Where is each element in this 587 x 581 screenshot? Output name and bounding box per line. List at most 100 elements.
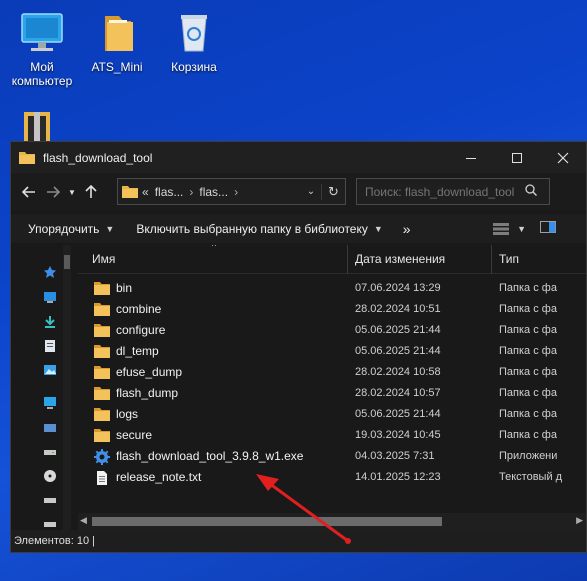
file-date: 28.02.2024 10:58 [355,365,441,378]
nav-pane-scrollbar[interactable] [63,245,71,530]
horizontal-scrollbar[interactable]: ◀ ▶ [78,513,586,530]
file-type: Папка с фа [499,386,557,399]
arrow-left-icon [22,186,35,198]
chevron-down-icon: ▼ [517,223,526,234]
file-row-dl-temp[interactable]: dl_temp 05.06.2025 21:44 Папка с фа [78,340,586,361]
arrow-right-icon [47,186,60,198]
file-date: 04.03.2025 7:31 [355,449,435,462]
minimize-button[interactable] [448,142,494,173]
arrow-up-icon [85,185,97,198]
breadcrumb-overflow[interactable]: « [142,185,149,199]
file-type: Папка с фа [499,407,557,420]
file-date: 14.01.2025 12:23 [355,470,441,483]
monitor-icon [18,10,66,56]
desktop-icon-partial[interactable] [22,110,52,142]
file-row-logs[interactable]: logs 05.06.2025 21:44 Папка с фа [78,403,586,424]
breadcrumb-item[interactable]: flas... [155,185,184,199]
quick-access-pin-icon[interactable] [43,265,57,279]
folder-icon [94,386,110,400]
organize-label: Упорядочить [28,221,100,236]
organize-button[interactable]: Упорядочить ▼ [28,222,114,236]
search-box[interactable] [356,178,550,205]
back-button[interactable] [17,178,41,206]
address-bar[interactable]: « flas... › flas... › ⌄ ↻ [117,178,346,205]
pictures-nav-icon[interactable] [43,363,57,377]
view-options-button[interactable]: ▼ [493,222,526,235]
folder-icon [94,344,110,358]
folder-icon [94,428,110,442]
desktop-icon-ats-mini[interactable]: ATS_Mini [79,10,155,74]
file-name: configure [116,322,166,337]
gear-icon [94,448,110,465]
desktop-icon-recycle-bin[interactable]: Корзина [156,10,232,74]
text-file-icon [94,470,110,485]
file-type: Папка с фа [499,344,557,357]
column-header-date[interactable]: Дата изменения [348,245,492,274]
objects-nav-icon[interactable] [43,421,57,435]
file-row-secure[interactable]: secure 19.03.2024 10:45 Папка с фа [78,424,586,445]
folder-icon [94,407,110,421]
file-name: combine [116,301,162,316]
maximize-button[interactable] [494,142,540,173]
drive-nav-icon[interactable] [43,493,57,507]
file-type: Папка с фа [499,365,557,378]
up-button[interactable] [79,178,103,206]
file-type: Папка с фа [499,428,557,441]
recycle-bin-icon [170,10,218,56]
file-date: 19.03.2024 10:45 [355,428,441,441]
title-bar[interactable]: flash_download_tool [11,142,586,173]
desktop-icon-label: Мой компьютер [11,60,73,88]
file-row-flash-dump[interactable]: flash_dump 28.02.2024 10:57 Папка с фа [78,382,586,403]
downloads-nav-icon[interactable] [43,315,57,329]
scroll-right-icon[interactable]: ▶ [576,515,583,526]
desktop-nav-icon[interactable] [43,290,57,304]
column-header-date-label: Дата изменения [355,252,446,266]
close-button[interactable] [540,142,586,173]
breadcrumb-separator: › [234,184,239,199]
close-icon [557,152,569,163]
documents-nav-icon[interactable] [43,339,57,353]
more-commands-button[interactable]: » [403,221,411,237]
preview-pane-button[interactable] [540,221,556,236]
file-row-efuse-dump[interactable]: efuse_dump 28.02.2024 10:58 Папка с фа [78,361,586,382]
breadcrumb-item[interactable]: flas... [199,185,228,199]
column-header-type-label: Тип [499,252,520,266]
include-in-library-label: Включить выбранную папку в библиотеку [136,221,368,236]
search-input[interactable] [365,184,525,199]
file-row-combine[interactable]: combine 28.02.2024 10:51 Папка с фа [78,298,586,319]
file-row-bin[interactable]: bin 07.06.2024 13:29 Папка с фа [78,277,586,298]
maximize-icon [512,152,522,163]
file-type: Текстовый д [499,470,563,483]
file-row-txt[interactable]: release_note.txt 14.01.2025 12:23 Тексто… [78,466,586,487]
drive-nav-icon[interactable] [43,517,57,531]
desktop-icon-my-computer[interactable]: Мой компьютер [4,10,80,88]
refresh-button[interactable]: ↻ [321,183,345,200]
chevron-down-icon: ▼ [105,223,115,234]
scroll-left-icon[interactable]: ◀ [80,515,87,526]
file-type: Приложени [499,449,558,462]
chevron-down-icon: ▼ [373,223,383,234]
column-header-name-label: Имя [92,252,116,266]
column-header-type[interactable]: Тип [492,245,586,274]
scrollbar-thumb[interactable] [92,517,442,526]
drive-nav-icon[interactable] [43,445,57,459]
command-bar: Упорядочить ▼ Включить выбранную папку в… [11,214,586,243]
this-pc-nav-icon[interactable] [43,396,57,410]
minimize-icon [466,157,476,159]
file-date: 28.02.2024 10:51 [355,302,441,315]
forward-button[interactable] [41,178,65,206]
folder-icon [94,323,110,337]
sort-ascending-icon: ^ [212,245,217,251]
file-row-exe[interactable]: flash_download_tool_3.9.8_w1.exe 04.03.2… [78,445,586,466]
refresh-icon: ↻ [328,183,339,199]
file-date: 05.06.2025 21:44 [355,407,441,420]
file-row-configure[interactable]: configure 05.06.2025 21:44 Папка с фа [78,319,586,340]
address-folder-icon [122,185,138,198]
chevron-down-icon: ▼ [68,187,76,197]
file-name: bin [116,280,133,295]
address-dropdown-button[interactable]: ⌄ [301,186,321,197]
recent-dropdown[interactable]: ▼ [65,178,79,206]
file-name: flash_download_tool_3.9.8_w1.exe [116,448,304,463]
include-in-library-button[interactable]: Включить выбранную папку в библиотеку ▼ [136,222,382,236]
dvd-drive-nav-icon[interactable] [43,469,57,483]
